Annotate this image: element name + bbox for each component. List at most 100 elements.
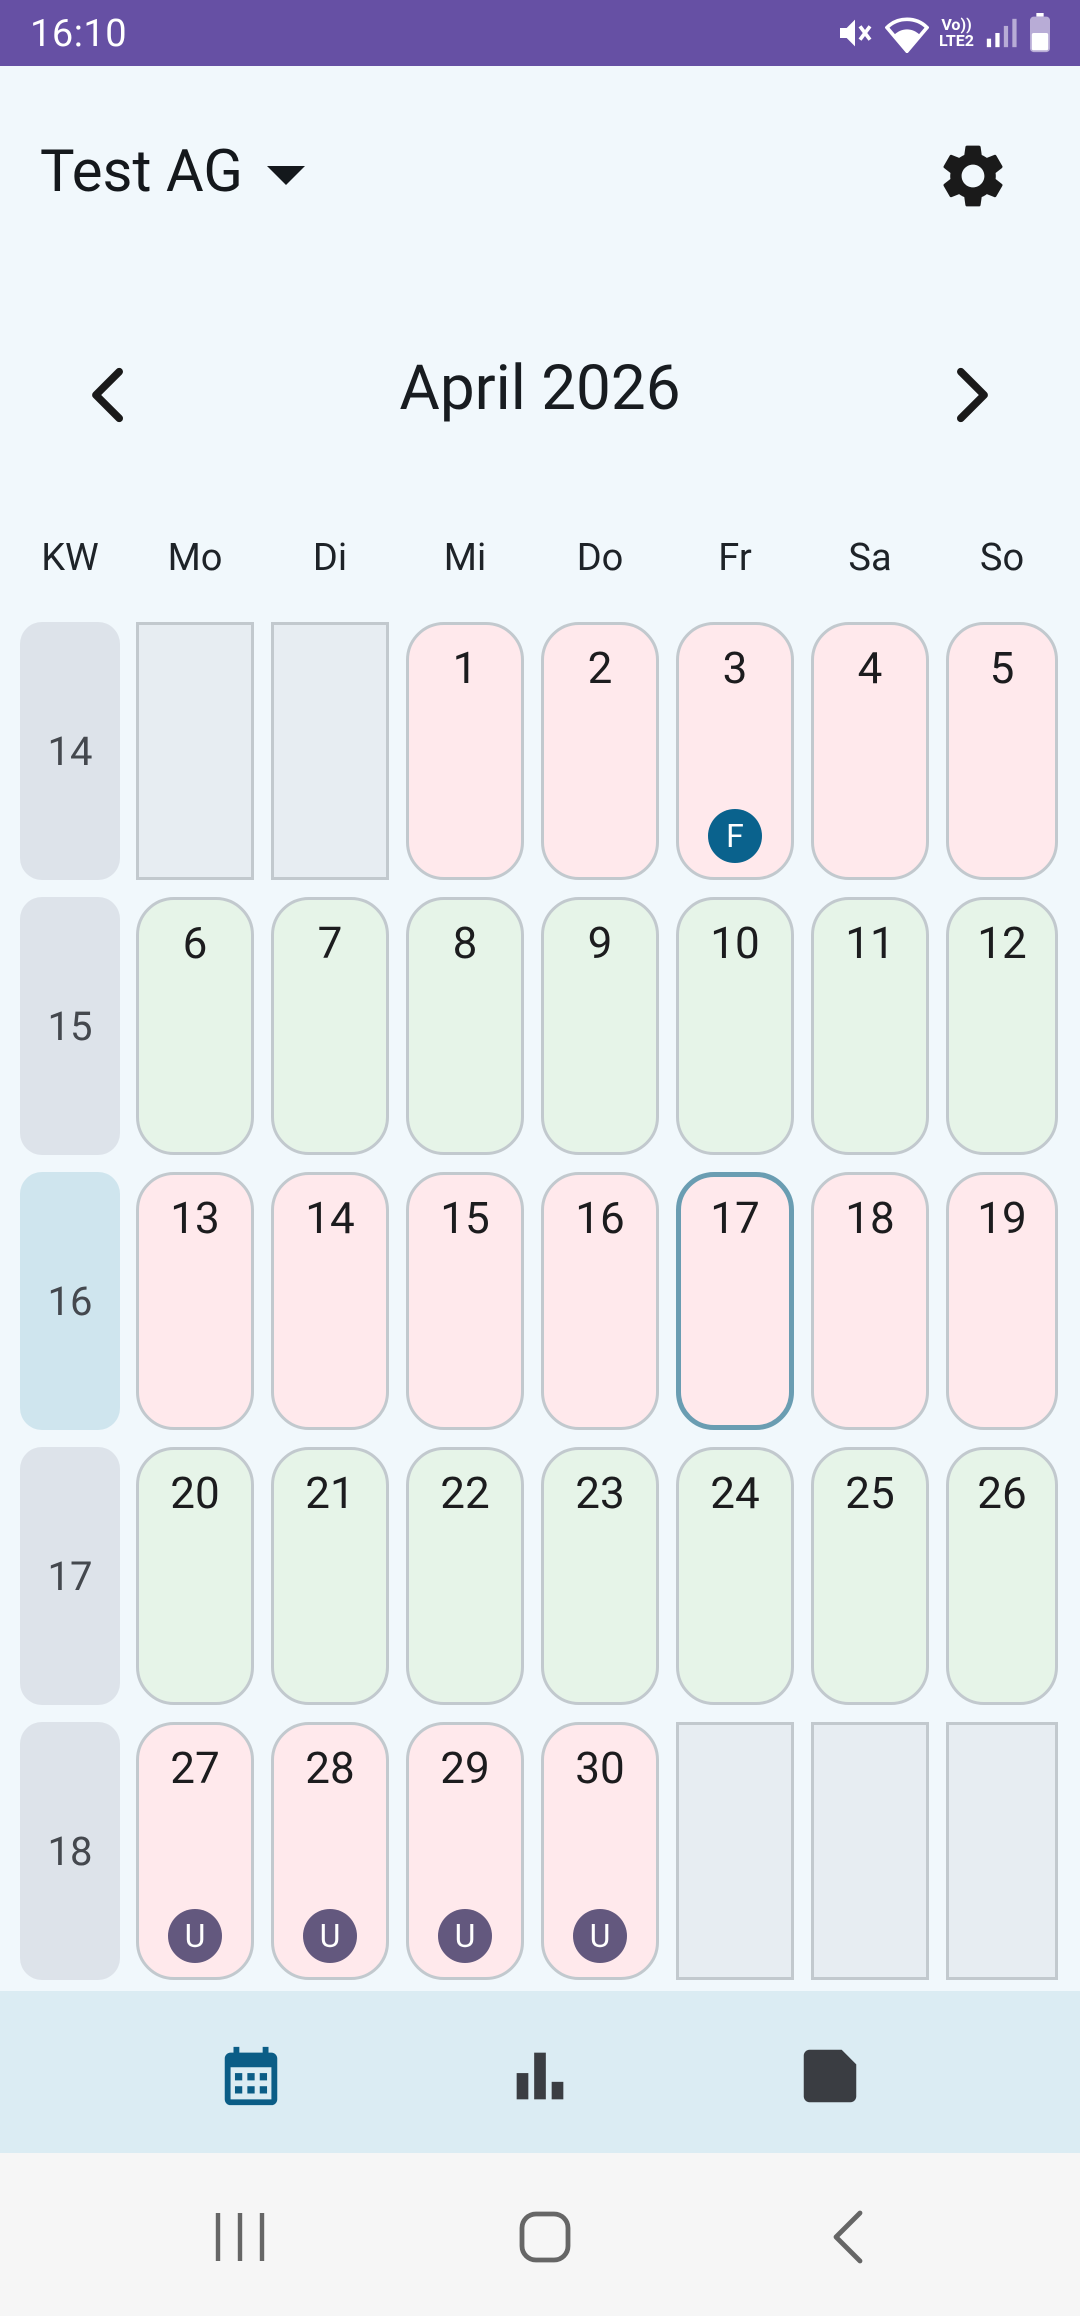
battery-icon (1030, 13, 1050, 53)
day-number: 19 (977, 1192, 1027, 1244)
day-cell-3[interactable]: 3F (676, 622, 794, 880)
status-bar: 16:10 Vo)) LTE2 (0, 0, 1080, 66)
day-cell-25[interactable]: 25 (811, 1447, 929, 1705)
empty-day-cell (946, 1722, 1058, 1980)
day-number: 25 (845, 1467, 895, 1519)
week-number-16: 16 (20, 1172, 120, 1430)
week-number-14: 14 (20, 622, 120, 880)
day-number: 17 (710, 1192, 760, 1244)
day-cell-30[interactable]: 30 U (541, 1722, 659, 1980)
week-number-15: 15 (20, 897, 120, 1155)
day-number: 16 (575, 1192, 625, 1244)
day-number: 5 (989, 642, 1015, 694)
day-cell-24[interactable]: 24 (676, 1447, 794, 1705)
holiday-badge: F (708, 809, 762, 863)
vacation-badge: U (438, 1909, 492, 1963)
day-number: 1 (452, 642, 478, 694)
day-number: 2 (587, 642, 613, 694)
back-icon[interactable] (820, 2207, 880, 2267)
day-cell-1[interactable]: 1 (406, 622, 524, 880)
day-number: 11 (845, 917, 895, 969)
day-number: 8 (452, 917, 478, 969)
day-number: 29 (440, 1742, 490, 1794)
caret-down-icon (266, 165, 305, 185)
weekday-header-mo: Mo (167, 536, 223, 580)
day-number: 26 (977, 1467, 1027, 1519)
bottom-navigation (0, 1991, 1080, 2153)
week-number-18: 18 (20, 1722, 120, 1980)
calendar-icon[interactable] (216, 2041, 286, 2111)
day-cell-7[interactable]: 7 (271, 897, 389, 1155)
day-cell-14[interactable]: 14 (271, 1172, 389, 1430)
day-cell-15[interactable]: 15 (406, 1172, 524, 1430)
weekday-header-fr: Fr (718, 536, 752, 580)
status-icons: Vo)) LTE2 (835, 10, 1052, 56)
weekday-header-kw: KW (41, 536, 99, 580)
day-number: 28 (305, 1742, 355, 1794)
weekday-header-di: Di (312, 536, 348, 580)
empty-day-cell (271, 622, 389, 880)
company-name: Test AG (40, 138, 243, 206)
day-number: 15 (440, 1192, 490, 1244)
day-number: 21 (305, 1467, 355, 1519)
day-number: 13 (170, 1192, 220, 1244)
day-cell-22[interactable]: 22 (406, 1447, 524, 1705)
weekday-header-so: So (979, 536, 1025, 580)
day-cell-8[interactable]: 8 (406, 897, 524, 1155)
recent-apps-icon[interactable] (210, 2207, 270, 2267)
day-cell-11[interactable]: 11 (811, 897, 929, 1155)
day-cell-2[interactable]: 2 (541, 622, 659, 880)
wifi-icon (885, 17, 930, 53)
day-cell-23[interactable]: 23 (541, 1447, 659, 1705)
day-number: 6 (182, 917, 208, 969)
mute-icon (840, 19, 872, 47)
note-icon[interactable] (795, 2041, 865, 2111)
chevron-right-icon[interactable] (936, 360, 1006, 430)
day-cell-16[interactable]: 16 (541, 1172, 659, 1430)
day-number: 27 (170, 1742, 220, 1794)
day-number: 10 (710, 917, 760, 969)
home-icon[interactable] (515, 2207, 575, 2267)
weekday-header-do: Do (576, 536, 624, 580)
day-number: 3 (722, 642, 748, 694)
day-number: 12 (977, 917, 1027, 969)
day-cell-28[interactable]: 28 U (271, 1722, 389, 1980)
day-cell-4[interactable]: 4 (811, 622, 929, 880)
day-cell-9[interactable]: 9 (541, 897, 659, 1155)
vacation-badge: U (573, 1909, 627, 1963)
system-navigation (0, 2153, 1080, 2316)
day-cell-12[interactable]: 12 (946, 897, 1058, 1155)
day-cell-5[interactable]: 5 (946, 622, 1058, 880)
gear-icon[interactable] (935, 138, 1011, 214)
vacation-badge: U (168, 1909, 222, 1963)
day-cell-19[interactable]: 19 (946, 1172, 1058, 1430)
day-cell-27[interactable]: 27 U (136, 1722, 254, 1980)
day-cell-10[interactable]: 10 (676, 897, 794, 1155)
month-title: April 2026 (399, 352, 681, 425)
company-selector[interactable]: Test AG (40, 138, 305, 206)
day-number: 20 (170, 1467, 220, 1519)
week-number-17: 17 (20, 1447, 120, 1705)
network-type: Vo)) LTE2 (939, 17, 974, 49)
empty-day-cell (676, 1722, 794, 1980)
day-cell-6[interactable]: 6 (136, 897, 254, 1155)
empty-day-cell (811, 1722, 929, 1980)
day-number: 30 (575, 1742, 625, 1794)
day-number: 22 (440, 1467, 490, 1519)
day-cell-20[interactable]: 20 (136, 1447, 254, 1705)
day-cell-18[interactable]: 18 (811, 1172, 929, 1430)
day-number: 9 (587, 917, 613, 969)
day-cell-13[interactable]: 13 (136, 1172, 254, 1430)
day-cell-26[interactable]: 26 (946, 1447, 1058, 1705)
empty-day-cell (136, 622, 254, 880)
day-number: 7 (317, 917, 343, 969)
bar-chart-icon[interactable] (505, 2041, 575, 2111)
day-cell-29[interactable]: 29 U (406, 1722, 524, 1980)
status-time: 16:10 (30, 12, 128, 56)
signal-icon (986, 18, 1017, 48)
day-cell-21[interactable]: 21 (271, 1447, 389, 1705)
day-number: 24 (710, 1467, 760, 1519)
day-number: 4 (857, 642, 883, 694)
net-line2: LTE2 (939, 31, 974, 50)
day-cell-17[interactable]: 17 (676, 1172, 794, 1430)
